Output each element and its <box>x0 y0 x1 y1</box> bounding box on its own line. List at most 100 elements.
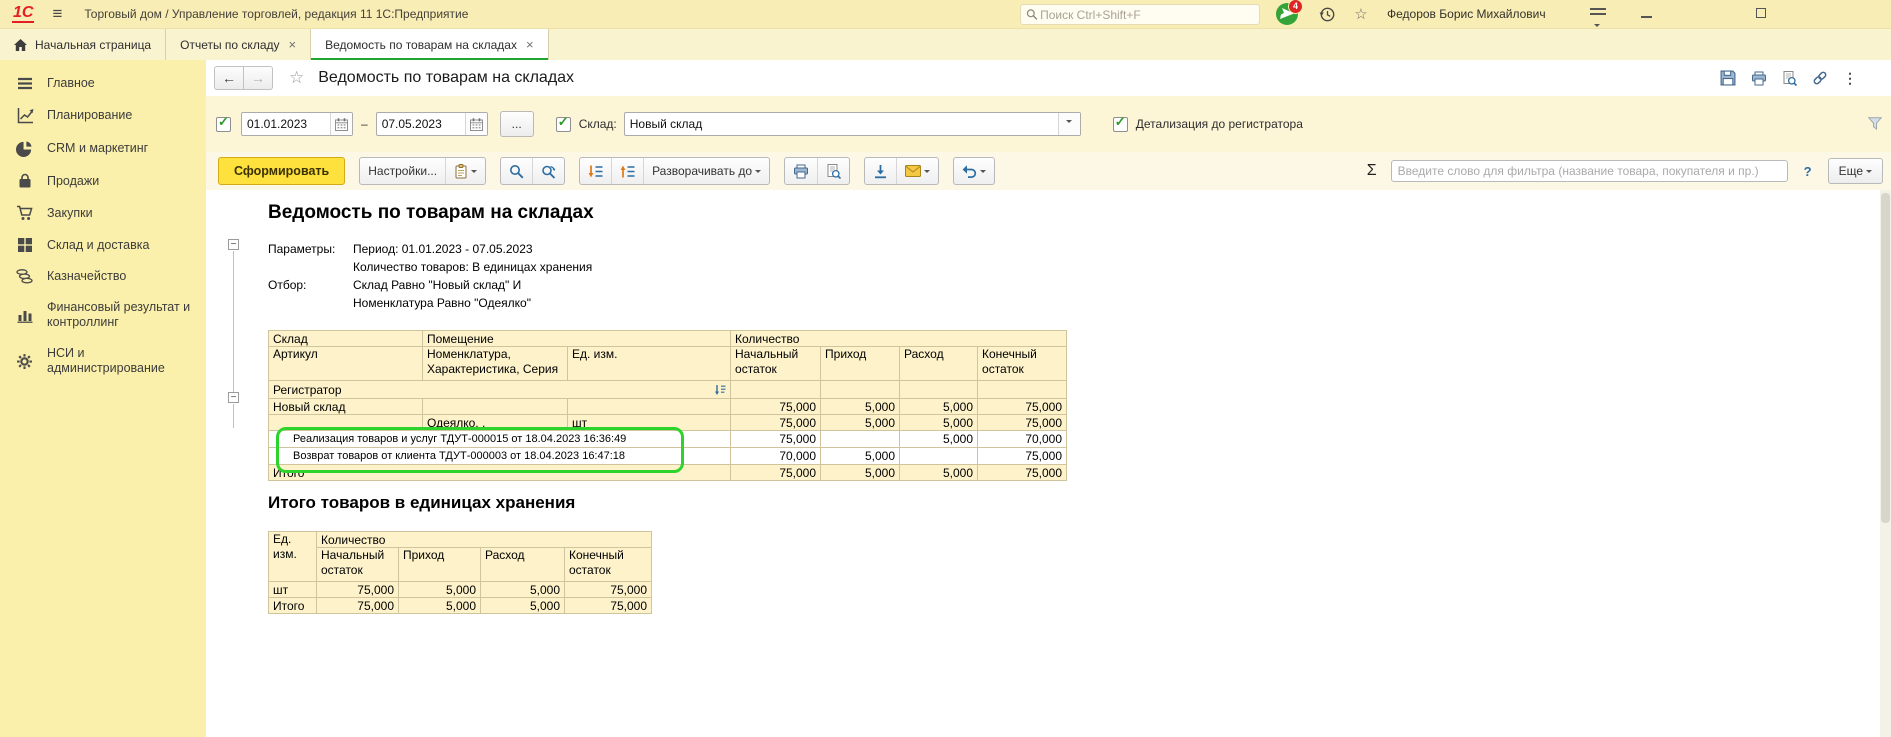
warehouse-checkbox[interactable]: ✓ <box>556 117 571 132</box>
back-button[interactable]: ← <box>214 66 244 90</box>
warehouse-input[interactable] <box>625 117 1058 131</box>
tab-warehouse-reports[interactable]: Отчеты по складу × <box>166 29 311 60</box>
quick-filter-input[interactable] <box>1391 160 1788 182</box>
calendar-icon[interactable] <box>465 113 487 135</box>
save-file-button[interactable] <box>865 158 896 184</box>
detail-checkbox[interactable]: ✓ <box>1113 117 1128 132</box>
preview-button[interactable] <box>817 158 849 184</box>
autosum-button[interactable]: Σ <box>1367 162 1377 180</box>
selection-label: Отбор: <box>268 276 353 294</box>
history-button[interactable] <box>1318 5 1336 23</box>
print-icon[interactable] <box>1751 71 1767 86</box>
clipboard-icon <box>454 164 468 179</box>
1c-logo: 1С <box>12 5 34 23</box>
expand-to-dropdown[interactable]: Разворачивать до <box>643 158 769 184</box>
collapse-group-button[interactable]: − <box>228 392 239 403</box>
sidebar-item-warehouse[interactable]: Склад и доставка <box>0 229 206 261</box>
col-header: Начальный остаток <box>731 347 821 381</box>
app-title: Торговый дом / Управление торговлей, ред… <box>84 7 468 21</box>
close-icon[interactable]: × <box>526 37 534 52</box>
finance-bars-icon <box>15 308 34 323</box>
send-mail-button[interactable] <box>896 158 938 184</box>
admin-gear-icon <box>15 353 34 370</box>
col-header: Приход <box>399 548 481 582</box>
print-icon <box>793 164 809 179</box>
collapse-all-button[interactable] <box>611 158 643 184</box>
sidebar-item-crm[interactable]: CRM и маркетинг <box>0 132 206 165</box>
report-variants-button[interactable] <box>445 158 485 184</box>
history-dropdown-button[interactable] <box>954 158 994 184</box>
registrar-label: Регистратор <box>273 383 342 397</box>
col-header: Ед. изм. <box>568 347 731 381</box>
more-button[interactable]: Еще <box>1828 158 1883 184</box>
period-from-input[interactable] <box>242 117 330 131</box>
global-search[interactable] <box>1020 4 1260 25</box>
table-header-row: Начальный остаток Приход Расход Конечный… <box>269 548 652 582</box>
sort-descending-icon[interactable] <box>714 384 726 396</box>
favorite-star-icon[interactable]: ☆ <box>289 68 304 88</box>
expand-all-button[interactable] <box>580 158 611 184</box>
global-search-input[interactable] <box>1038 7 1254 23</box>
period-dash: – <box>361 117 368 131</box>
sidebar-item-admin[interactable]: НСИ и администрирование <box>0 338 206 384</box>
calendar-icon[interactable] <box>330 113 352 135</box>
warehouse-dropdown-button[interactable] <box>1058 113 1080 135</box>
registrar-document: Реализация товаров и услуг ТДУТ-000015 о… <box>269 431 731 448</box>
unit-cell: шт <box>568 415 731 431</box>
main-menu-icon <box>15 77 34 90</box>
collapse-group-button[interactable]: − <box>228 239 239 250</box>
minimize-button[interactable] <box>1641 16 1652 18</box>
discussions-button[interactable]: 4 <box>1276 3 1298 25</box>
save-icon[interactable] <box>1720 70 1736 86</box>
search-icon <box>509 164 524 179</box>
print-preview-icon[interactable] <box>1782 71 1797 86</box>
envelope-icon <box>905 165 921 177</box>
report-totals-table: Ед. изм. Количество Начальный остаток Пр… <box>268 531 652 614</box>
selection-line: Склад Равно "Новый склад" И <box>353 276 592 294</box>
sales-bag-icon <box>15 173 34 189</box>
period-variants-button[interactable]: ... <box>500 111 534 137</box>
tab-goods-statement[interactable]: Ведомость по товарам на складах × <box>311 29 548 60</box>
sidebar-item-main[interactable]: Главное <box>0 68 206 99</box>
chevron-down-icon <box>924 170 930 176</box>
get-link-icon[interactable] <box>1812 70 1828 86</box>
report-toolbar: Сформировать Настройки... Разворачивать … <box>206 152 1891 190</box>
table-row: Новый склад 75,000 5,000 5,000 75,000 <box>269 399 1067 415</box>
sidebar-item-treasury[interactable]: Казначейство <box>0 261 206 292</box>
registrar-document: Возврат товаров от клиента ТДУТ-000003 о… <box>269 448 731 465</box>
main-menu-icon[interactable]: ≡ <box>52 9 62 19</box>
help-button[interactable]: ? <box>1804 164 1812 179</box>
report-main-table: Склад Помещение Количество Артикул Номен… <box>268 330 1067 481</box>
period-to-input[interactable] <box>377 117 465 131</box>
sidebar-item-sales[interactable]: Продажи <box>0 165 206 197</box>
page-title: Ведомость по товарам на складах <box>318 69 574 87</box>
settings-button[interactable]: Настройки... <box>360 158 445 184</box>
undo-icon <box>962 164 977 179</box>
vertical-scrollbar[interactable] <box>1880 190 1891 737</box>
sidebar-item-finance[interactable]: Финансовый результат и контроллинг <box>0 292 206 338</box>
parameters-label: Параметры: <box>268 240 353 258</box>
print-button[interactable] <box>785 158 817 184</box>
scrollbar-thumb[interactable] <box>1881 193 1890 523</box>
report-title: Ведомость по товарам на складах <box>268 202 594 224</box>
restore-window-button[interactable] <box>1756 8 1766 18</box>
close-icon[interactable]: × <box>289 37 297 52</box>
period-checkbox[interactable]: ✓ <box>216 117 231 132</box>
tab-home[interactable]: Начальная страница <box>0 29 166 60</box>
sidebar-item-planning[interactable]: Планирование <box>0 99 206 132</box>
col-header: Количество <box>731 331 1067 347</box>
more-menu-icon[interactable]: ⋮ <box>1843 70 1857 87</box>
col-header: Начальный остаток <box>317 548 399 582</box>
find-next-button[interactable] <box>532 158 564 184</box>
report-settings-panel: ✓ – ... ✓ Склад: ✓ Детализация до регист… <box>206 96 1891 152</box>
form-header: ← → ☆ Ведомость по товарам на складах ⋮ <box>206 60 1891 96</box>
total-row: Итого 75,000 5,000 5,000 75,000 <box>269 465 1067 481</box>
history-icon <box>1319 6 1336 23</box>
forward-button[interactable]: → <box>244 66 273 90</box>
sidebar-item-purchases[interactable]: Закупки <box>0 197 206 229</box>
favorites-button[interactable]: ☆ <box>1352 5 1370 23</box>
chevron-down-icon <box>755 170 761 176</box>
filter-funnel-icon[interactable] <box>1868 117 1882 135</box>
generate-button[interactable]: Сформировать <box>218 157 345 185</box>
find-button[interactable] <box>501 158 532 184</box>
